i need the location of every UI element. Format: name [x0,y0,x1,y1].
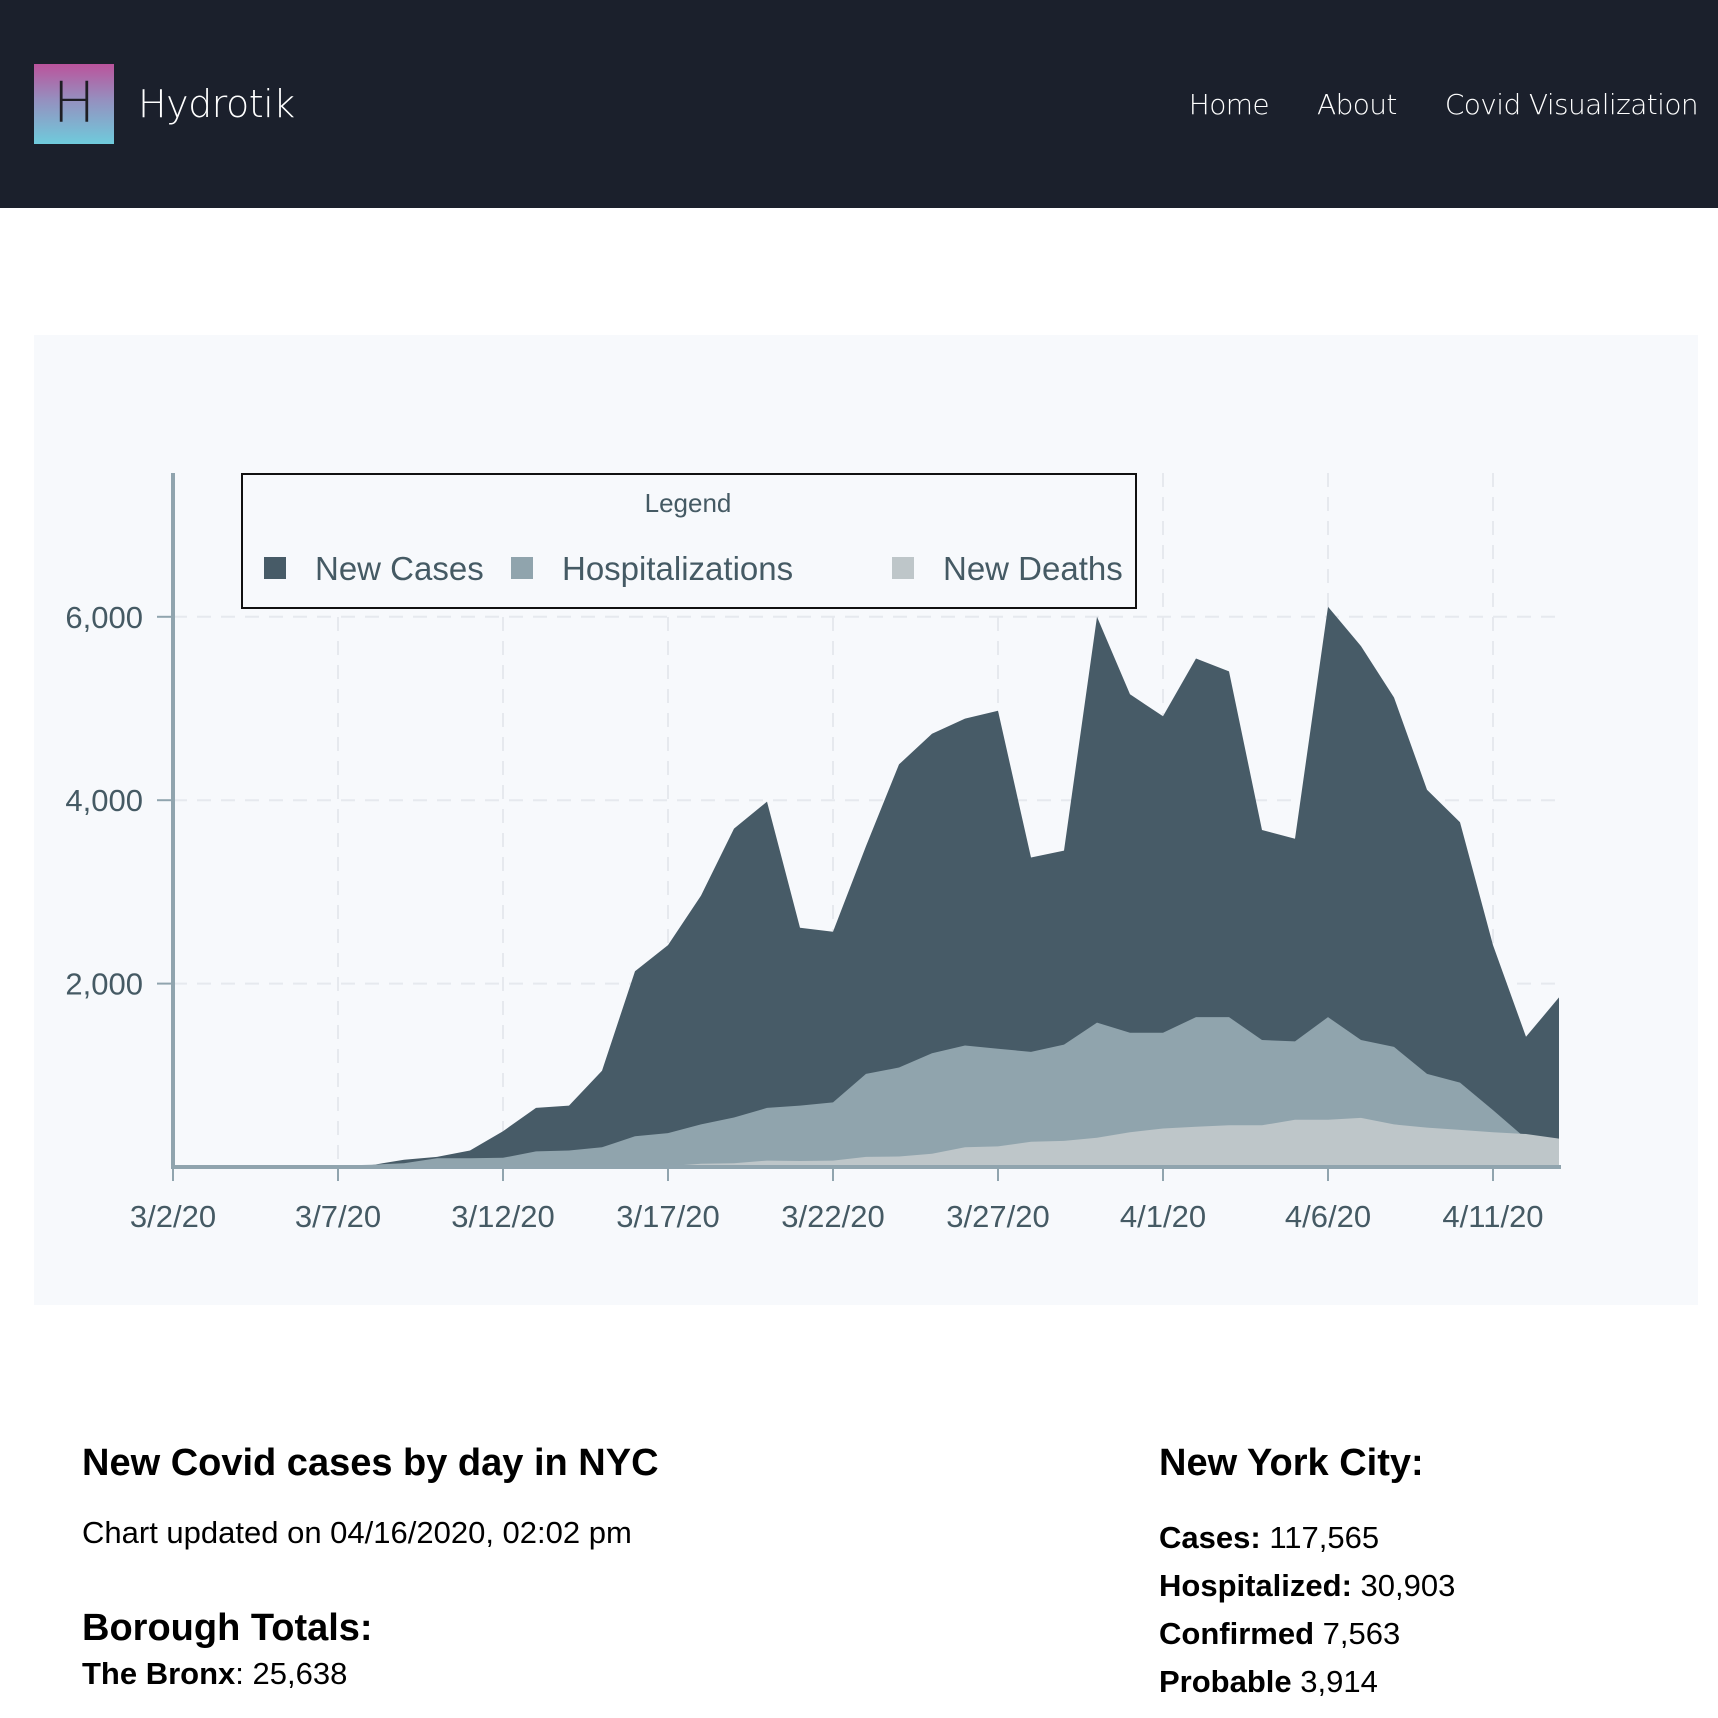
nav-home-link[interactable]: Home [1189,88,1270,122]
updated-timestamp: Chart updated on 04/16/2020, 02:02 pm [82,1515,632,1550]
nav-menu: Home About Covid Visualization [1189,88,1699,122]
chart-panel: 3/2/20 3/7/20 3/12/20 3/17/20 3/22/20 3/27/20… [34,335,1698,1305]
stat-value: 7,563 [1322,1616,1401,1651]
x-tick-label: 4/11/20 [1442,1199,1543,1234]
y-axis-ticks: 2,000 4,000 6,000 [65,600,173,1002]
legend-label-new-cases: New Cases [315,550,484,587]
x-tick-label: 3/7/20 [295,1199,381,1234]
stat-row-cases: Cases: 117,565 [1159,1514,1455,1562]
nav-covid-visualization-link[interactable]: Covid Visualization [1445,88,1699,122]
borough-row: The Bronx: 25,638 [82,1650,659,1698]
stat-value: 30,903 [1360,1568,1456,1603]
borough-value: 25,638 [252,1656,348,1691]
nyc-heading: New York City: [1159,1442,1424,1484]
stat-label: Probable [1159,1664,1292,1699]
top-navbar: H Hydrotik Home About Covid Visualizatio… [0,0,1718,208]
x-tick-label: 3/17/20 [616,1199,719,1234]
stat-row-hospitalized: Hospitalized: 30,903 [1159,1562,1455,1610]
x-tick-label: 4/6/20 [1285,1199,1371,1234]
brand-name[interactable]: Hydrotik [138,80,295,128]
legend-label-new-deaths: New Deaths [943,550,1123,587]
x-tick-label: 3/2/20 [130,1199,216,1234]
legend-swatch-hospitalizations [511,557,533,579]
x-tick-label: 3/12/20 [451,1199,554,1234]
legend-title: Legend [645,488,732,518]
y-tick-label: 4,000 [65,783,143,818]
covid-area-chart: 3/2/20 3/7/20 3/12/20 3/17/20 3/22/20 3/27/20… [65,473,1561,1234]
nyc-summary: New York City: Cases: 117,565 Hospitaliz… [1159,1440,1455,1706]
info-section: New Covid cases by day in NYC Chart upda… [82,1440,659,1698]
y-tick-label: 2,000 [65,967,143,1002]
stat-value: 3,914 [1300,1664,1378,1699]
x-axis-ticks: 3/2/20 3/7/20 3/12/20 3/17/20 3/22/20 3/27/20… [130,1167,1544,1234]
borough-totals-heading: Borough Totals: [82,1607,373,1649]
chart-title: New Covid cases by day in NYC [82,1442,659,1484]
stat-label: Hospitalized: [1159,1568,1352,1603]
borough-sep: : [235,1656,253,1691]
stat-label: Cases: [1159,1520,1261,1555]
stat-label: Confirmed [1159,1616,1314,1651]
legend-swatch-new-deaths [892,557,914,579]
nav-about-link[interactable]: About [1317,88,1397,122]
chart-legend: Legend New Cases Hospitalizations New De… [241,473,1137,609]
x-tick-label: 3/22/20 [781,1199,884,1234]
legend-label-hospitalizations: Hospitalizations [562,550,793,587]
y-tick-label: 6,000 [65,600,143,635]
nyc-stats: Cases: 117,565 Hospitalized: 30,903 Conf… [1159,1514,1455,1706]
stat-row-probable: Probable 3,914 [1159,1658,1455,1706]
x-tick-label: 3/27/20 [946,1199,1049,1234]
borough-name: The Bronx [82,1656,236,1691]
stat-value: 117,565 [1269,1520,1380,1555]
series-areas [173,606,1559,1167]
legend-swatch-new-cases [264,557,286,579]
logo-icon[interactable]: H [34,64,114,144]
stat-row-confirmed: Confirmed 7,563 [1159,1610,1455,1658]
x-tick-label: 4/1/20 [1120,1199,1206,1234]
